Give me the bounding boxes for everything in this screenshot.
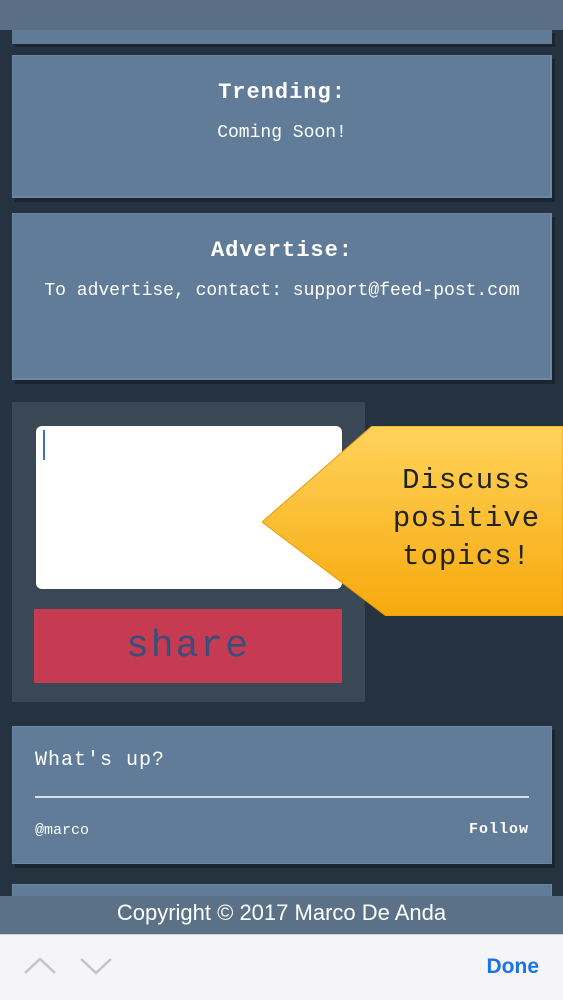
post-username[interactable]: @marco — [35, 822, 89, 839]
post-card: What's up? @marco Follow — [12, 726, 552, 864]
post-divider — [35, 796, 529, 798]
trending-title: Trending: — [218, 80, 346, 105]
card-partial-top — [12, 30, 552, 44]
page: Trending: Coming Soon! Advertise: To adv… — [0, 0, 563, 1000]
follow-button[interactable]: Follow — [469, 821, 529, 838]
advertise-text: To advertise, contact: support@feed-post… — [44, 281, 520, 301]
keyboard-toolbar: Done — [0, 934, 563, 1000]
trending-card: Trending: Coming Soon! — [12, 55, 552, 198]
share-button[interactable]: share — [34, 609, 342, 683]
post-prompt: What's up? — [35, 749, 166, 772]
chevron-up-icon[interactable] — [22, 953, 58, 977]
top-bar — [0, 0, 563, 30]
text-caret — [43, 430, 45, 460]
chevron-down-icon[interactable] — [78, 953, 114, 977]
trending-text: Coming Soon! — [217, 123, 347, 143]
advertise-title: Advertise: — [210, 238, 354, 263]
callout-badge: Discuss positive topics! — [262, 426, 563, 616]
advertise-card: Advertise: To advertise, contact: suppor… — [12, 213, 552, 380]
callout-text: Discuss positive topics! — [392, 464, 541, 573]
done-button[interactable]: Done — [487, 955, 540, 979]
footer-copyright: Copyright © 2017 Marco De Anda — [0, 896, 563, 934]
